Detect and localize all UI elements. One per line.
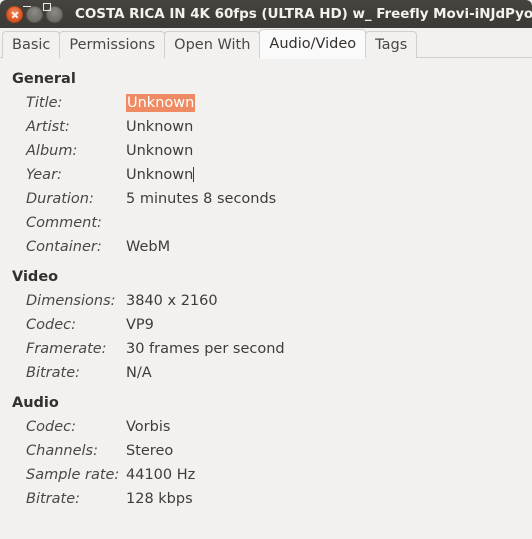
property-value[interactable]: WebM (126, 239, 170, 255)
window-titlebar[interactable]: COSTA RICA IN 4K 60fps (ULTRA HD) w_ Fre… (0, 0, 532, 28)
property-row: Comment: (0, 211, 532, 235)
property-value[interactable]: N/A (126, 365, 152, 381)
property-value[interactable]: Unknown (126, 167, 194, 183)
tab-open-with[interactable]: Open With (164, 31, 261, 58)
tab-audio-video[interactable]: Audio/Video (259, 29, 367, 59)
property-value[interactable]: 3840 x 2160 (126, 293, 218, 309)
minimize-icon (23, 5, 31, 8)
tab-tags[interactable]: Tags (365, 31, 418, 58)
property-value[interactable]: 44100 Hz (126, 467, 195, 483)
tab-label: Open With (174, 37, 251, 53)
property-row: Framerate: 30 frames per second (0, 337, 532, 361)
property-label: Framerate: (26, 341, 107, 357)
property-row: Codec: Vorbis (0, 415, 532, 439)
property-label: Codec: (26, 419, 76, 435)
section-general: General Title: Unknown Artist: Unknown Album:… (0, 71, 532, 259)
property-row: Channels: Stereo (0, 439, 532, 463)
tab-label: Tags (375, 37, 408, 53)
property-value[interactable]: 30 frames per second (126, 341, 285, 357)
property-label: Duration: (26, 191, 94, 207)
property-row: Bitrate: 128 kbps (0, 487, 532, 511)
close-button[interactable] (6, 5, 23, 23)
maximize-icon (43, 2, 51, 11)
property-value[interactable]: Unknown (126, 143, 193, 159)
property-row: Title: Unknown (0, 91, 532, 115)
property-label: Artist: (26, 119, 70, 135)
property-label: Bitrate: (26, 491, 80, 507)
section-heading: Video (12, 269, 59, 285)
property-label: Dimensions: (26, 293, 116, 309)
property-value[interactable]: VP9 (126, 317, 154, 333)
property-row: Codec: VP9 (0, 313, 532, 337)
property-label: Sample rate: (26, 467, 120, 483)
property-value[interactable]: 128 kbps (126, 491, 193, 507)
property-value[interactable]: Stereo (126, 443, 173, 459)
property-label: Bitrate: (26, 365, 80, 381)
property-label: Codec: (26, 317, 76, 333)
property-label: Comment: (26, 215, 102, 231)
section-audio: Audio Codec: Vorbis Channels: Stereo Sample r… (0, 395, 532, 511)
tab-permissions[interactable]: Permissions (59, 31, 166, 58)
property-value[interactable]: Vorbis (126, 419, 170, 435)
property-value[interactable]: 5 minutes 8 seconds (126, 191, 276, 207)
tab-label: Audio/Video (269, 36, 357, 52)
property-value[interactable]: Unknown (126, 119, 193, 135)
property-label: Album: (26, 143, 78, 159)
property-row: Duration: 5 minutes 8 seconds (0, 187, 532, 211)
property-label: Title: (26, 95, 63, 111)
property-row: Dimensions: 3840 x 2160 (0, 289, 532, 313)
tab-label: Basic (12, 37, 51, 53)
maximize-button[interactable] (43, 2, 63, 23)
property-label: Container: (26, 239, 102, 255)
property-row: Album: Unknown (0, 139, 532, 163)
audio-video-panel: General Title: Unknown Artist: Unknown Album:… (0, 58, 532, 539)
property-row: Artist: Unknown (0, 115, 532, 139)
minimize-button[interactable] (23, 5, 43, 23)
tab-bar: Basic Permissions Open With Audio/Video Tags (0, 28, 532, 59)
property-row: Container: WebM (0, 235, 532, 259)
property-row: Sample rate: 44100 Hz (0, 463, 532, 487)
tab-basic[interactable]: Basic (2, 31, 61, 58)
property-row: Bitrate: N/A (0, 361, 532, 385)
section-heading: Audio (12, 395, 59, 411)
tab-label: Permissions (69, 37, 156, 53)
section-video: Video Dimensions: 3840 x 2160 Codec: VP9 Fram… (0, 269, 532, 385)
property-label: Year: (26, 167, 62, 183)
window-title: COSTA RICA IN 4K 60fps (ULTRA HD) w_ Fre… (75, 6, 532, 22)
properties-window: COSTA RICA IN 4K 60fps (ULTRA HD) w_ Fre… (0, 0, 532, 539)
property-row: Year: Unknown (0, 163, 532, 187)
section-heading: General (12, 71, 76, 87)
property-label: Channels: (26, 443, 98, 459)
property-value[interactable]: Unknown (126, 94, 196, 112)
